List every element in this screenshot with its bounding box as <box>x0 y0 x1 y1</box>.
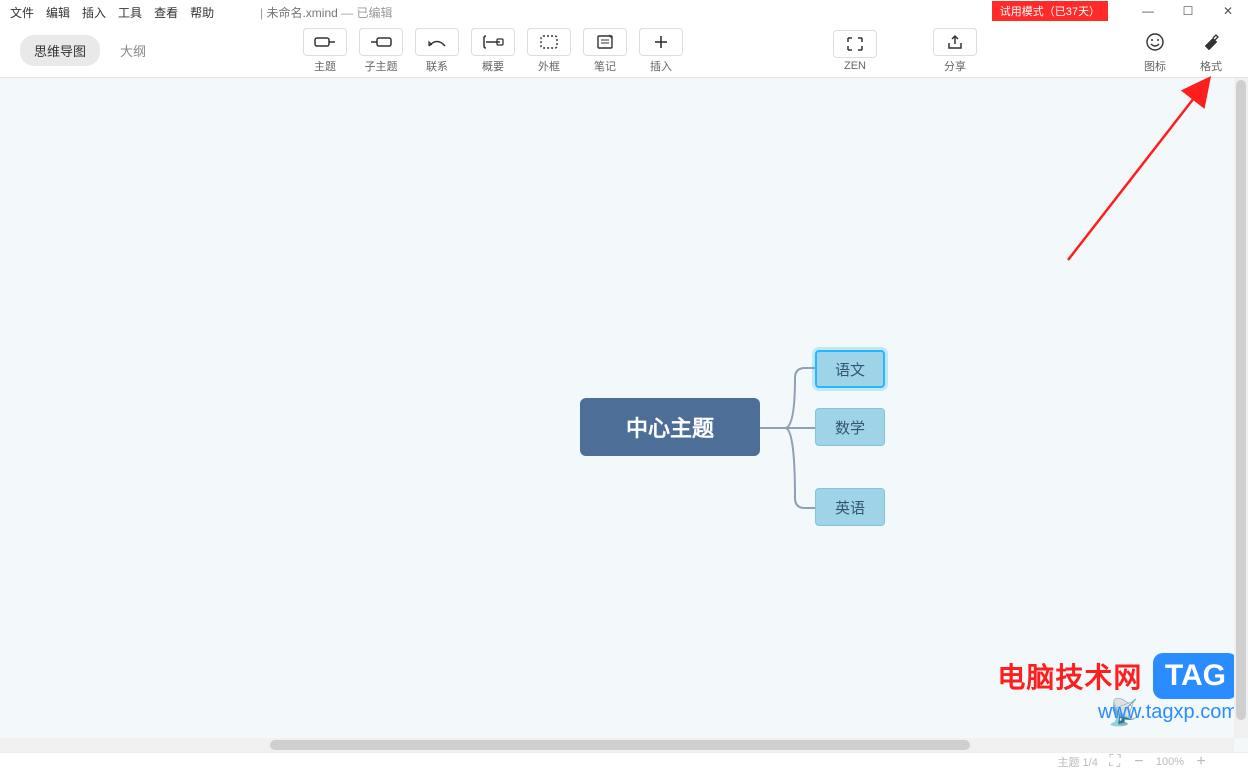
menu-view[interactable]: 查看 <box>148 0 184 25</box>
icon-panel-button[interactable]: 图标 <box>1130 28 1180 74</box>
fit-view-icon[interactable]: ⛶ <box>1108 755 1122 769</box>
boundary-icon <box>527 28 571 56</box>
summary-icon <box>471 28 515 56</box>
watermark-url: www.tagxp.com <box>997 701 1238 724</box>
smiley-icon <box>1133 28 1177 56</box>
zen-label: ZEN <box>844 60 866 72</box>
menu-bar: 文件 编辑 插入 工具 查看 帮助 <box>0 0 220 25</box>
vertical-scrollbar[interactable] <box>1234 78 1248 738</box>
view-tabs: 思维导图 大纲 <box>20 35 160 66</box>
window-controls: — ☐ ✕ <box>1128 0 1248 22</box>
subtopic-icon <box>359 28 403 56</box>
subtopic-node-3[interactable]: 英语 <box>815 488 885 526</box>
topic-label: 主题 <box>314 58 336 74</box>
document-status: — 已编辑 <box>341 6 392 20</box>
insert-icon <box>639 28 683 56</box>
watermark-tag: TAG <box>1153 653 1238 699</box>
window-minimize-button[interactable]: — <box>1128 0 1168 22</box>
toolbar-right-group: 图标 格式 <box>1130 28 1236 74</box>
status-zoom[interactable]: 100% <box>1156 756 1184 768</box>
zen-button[interactable]: ZEN <box>830 30 880 72</box>
topic-icon <box>303 28 347 56</box>
window-maximize-button[interactable]: ☐ <box>1168 0 1208 22</box>
central-topic[interactable]: 中心主题 <box>580 398 760 456</box>
toolbar-zen-group: ZEN <box>830 30 880 72</box>
toolbar-main-group: 主题 子主题 联系 概要 外框 <box>300 28 686 74</box>
note-button[interactable]: 笔记 <box>580 28 630 74</box>
summary-label: 概要 <box>482 58 504 74</box>
toolbar: 思维导图 大纲 主题 子主题 联系 概要 <box>0 24 1248 78</box>
vertical-scrollbar-thumb[interactable] <box>1236 80 1246 720</box>
canvas[interactable]: 中心主题 语文 数学 英语 📡 电脑技术网 TAG www.tagxp.com <box>0 78 1248 752</box>
zoom-in-icon[interactable]: + <box>1194 755 1208 769</box>
share-label: 分享 <box>944 58 966 74</box>
menu-file[interactable]: 文件 <box>4 0 40 25</box>
format-panel-label: 格式 <box>1200 58 1222 74</box>
boundary-button[interactable]: 外框 <box>524 28 574 74</box>
boundary-label: 外框 <box>538 58 560 74</box>
relationship-icon <box>415 28 459 56</box>
relationship-label: 联系 <box>426 58 448 74</box>
document-filename: 未命名.xmind <box>266 6 337 20</box>
horizontal-scrollbar-thumb[interactable] <box>270 740 970 750</box>
share-button[interactable]: 分享 <box>930 28 980 74</box>
insert-label: 插入 <box>650 58 672 74</box>
menu-tools[interactable]: 工具 <box>112 0 148 25</box>
toolbar-share-group: 分享 <box>930 28 980 74</box>
zen-icon <box>833 30 877 58</box>
subtopic-node-2[interactable]: 数学 <box>815 408 885 446</box>
menu-help[interactable]: 帮助 <box>184 0 220 25</box>
tab-mindmap[interactable]: 思维导图 <box>20 35 100 66</box>
watermark-brand: 电脑技术网 <box>997 656 1142 696</box>
status-topic-count: 主题 1/4 <box>1058 754 1098 770</box>
document-title: | 未命名.xmind — 已编辑 <box>260 4 393 21</box>
subtopic-label: 子主题 <box>365 58 398 74</box>
tab-outline[interactable]: 大纲 <box>106 35 160 66</box>
zoom-out-icon[interactable]: − <box>1132 755 1146 769</box>
window-close-button[interactable]: ✕ <box>1208 0 1248 22</box>
title-bar: 文件 编辑 插入 工具 查看 帮助 | 未命名.xmind — 已编辑 试用模式… <box>0 0 1248 24</box>
insert-button[interactable]: 插入 <box>636 28 686 74</box>
format-icon <box>1189 28 1233 56</box>
share-icon <box>933 28 977 56</box>
status-bar: 主题 1/4 ⛶ − 100% + <box>0 752 1248 770</box>
icon-panel-label: 图标 <box>1144 58 1166 74</box>
relationship-button[interactable]: 联系 <box>412 28 462 74</box>
menu-insert[interactable]: 插入 <box>76 0 112 25</box>
subtopic-node-1[interactable]: 语文 <box>815 350 885 388</box>
summary-button[interactable]: 概要 <box>468 28 518 74</box>
trial-mode-badge[interactable]: 试用模式（已37天） <box>992 1 1108 21</box>
note-label: 笔记 <box>594 58 616 74</box>
watermark: 电脑技术网 TAG www.tagxp.com <box>997 653 1238 724</box>
format-panel-button[interactable]: 格式 <box>1186 28 1236 74</box>
menu-edit[interactable]: 编辑 <box>40 0 76 25</box>
note-icon <box>583 28 627 56</box>
subtopic-button[interactable]: 子主题 <box>356 28 406 74</box>
horizontal-scrollbar[interactable] <box>0 738 1234 752</box>
topic-button[interactable]: 主题 <box>300 28 350 74</box>
